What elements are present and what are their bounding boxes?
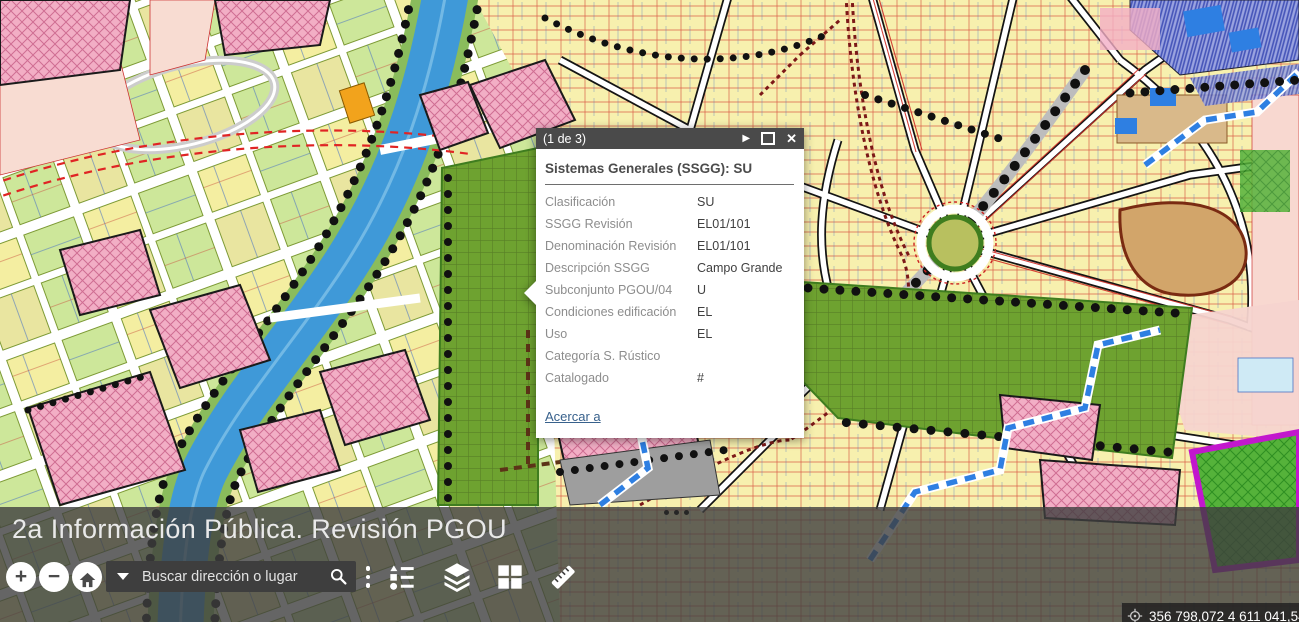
popup-body: Sistemas Generales (SSGG): SU Clasificac… bbox=[536, 149, 804, 438]
attribute-row: SSGG Revisión EL01/101 bbox=[545, 213, 794, 235]
measure-ruler-icon bbox=[548, 562, 578, 592]
coordinates-widget[interactable]: 356 798,072 4 611 041,54 bbox=[1122, 603, 1299, 622]
zoom-in-button[interactable]: + bbox=[6, 562, 36, 592]
attribute-row: Denominación Revisión EL01/101 bbox=[545, 235, 794, 257]
popup-pointer-beak bbox=[524, 281, 536, 305]
attribute-row: Descripción SSGG Campo Grande bbox=[545, 257, 794, 279]
maximize-icon[interactable] bbox=[761, 132, 775, 145]
legend-button[interactable] bbox=[385, 560, 419, 594]
popup-pagination: (1 de 3) bbox=[543, 132, 586, 146]
search-box bbox=[106, 561, 356, 592]
legend-icon bbox=[388, 563, 416, 591]
map-viewer-app: (1 de 3) ▶ ✕ Sistemas Generales (SSGG): … bbox=[0, 0, 1299, 622]
basemap-grid-icon bbox=[496, 563, 524, 591]
home-button[interactable] bbox=[72, 562, 102, 592]
search-button[interactable] bbox=[320, 561, 356, 592]
layers-button[interactable] bbox=[440, 560, 474, 594]
attribute-row: Catalogado # bbox=[545, 367, 794, 389]
attribute-row: Uso EL bbox=[545, 323, 794, 345]
next-feature-icon[interactable]: ▶ bbox=[742, 134, 750, 144]
zoom-to-link[interactable]: Acercar a bbox=[545, 409, 601, 424]
attribute-row: Condiciones edificación EL bbox=[545, 301, 794, 323]
panel-drag-handle[interactable] bbox=[664, 510, 689, 515]
minus-icon: − bbox=[48, 565, 60, 588]
attribute-row: Subconjunto PGOU/04 U bbox=[545, 279, 794, 301]
home-icon bbox=[79, 572, 96, 588]
layers-icon bbox=[442, 562, 472, 592]
search-input[interactable] bbox=[140, 569, 320, 585]
app-title: 2a Información Pública. Revisión PGOU bbox=[12, 514, 507, 545]
attribute-row: Categoría S. Rústico bbox=[545, 345, 794, 367]
attribute-row: Clasificación SU bbox=[545, 191, 794, 213]
search-icon bbox=[329, 567, 348, 586]
popup-header[interactable]: (1 de 3) ▶ ✕ bbox=[536, 128, 804, 149]
popup-title: Sistemas Generales (SSGG): SU bbox=[545, 161, 794, 176]
bottom-overlay-bar: 2a Información Pública. Revisión PGOU + … bbox=[0, 507, 1299, 622]
search-source-dropdown[interactable] bbox=[106, 561, 140, 592]
more-tools-menu-button[interactable] bbox=[360, 563, 376, 591]
popup-divider bbox=[545, 184, 794, 185]
feature-popup: (1 de 3) ▶ ✕ Sistemas Generales (SSGG): … bbox=[536, 128, 804, 438]
plus-icon: + bbox=[15, 565, 27, 588]
zoom-out-button[interactable]: − bbox=[39, 562, 69, 592]
coordinates-text: 356 798,072 4 611 041,54 bbox=[1149, 609, 1299, 622]
basemap-gallery-button[interactable] bbox=[493, 560, 527, 594]
close-icon[interactable]: ✕ bbox=[786, 132, 797, 145]
crosshair-icon bbox=[1127, 608, 1143, 622]
caret-down-icon bbox=[117, 573, 129, 580]
kebab-dot bbox=[366, 566, 371, 571]
measure-button[interactable] bbox=[546, 560, 580, 594]
